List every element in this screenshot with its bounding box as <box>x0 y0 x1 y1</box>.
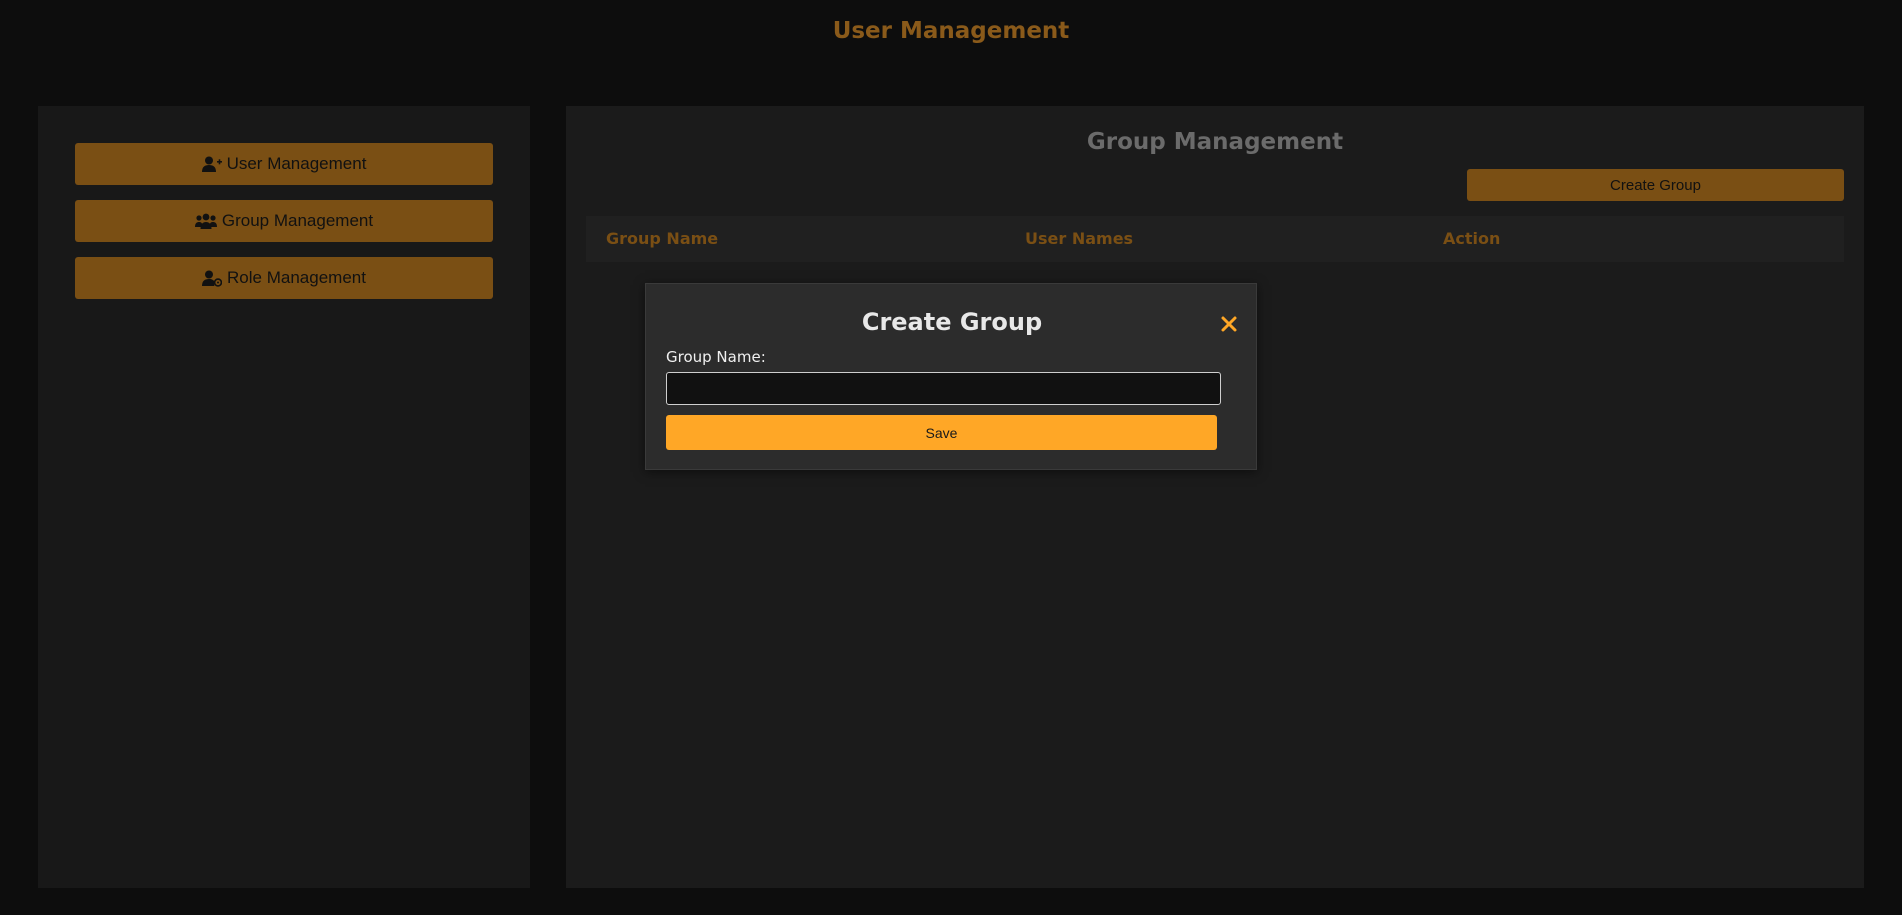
sidebar-item-role-management[interactable]: Role Management <box>75 257 493 299</box>
user-plus-icon <box>201 156 222 172</box>
group-name-input[interactable] <box>666 372 1221 405</box>
column-header-user-names: User Names <box>1025 229 1134 248</box>
section-title: Group Management <box>1086 129 1344 155</box>
page-title: User Management <box>832 18 1070 44</box>
user-gear-icon <box>202 270 223 287</box>
main-panel: Group Management Create Group Group Name… <box>566 106 1864 888</box>
create-group-modal: Create Group Group Name: Save <box>645 283 1257 470</box>
sidebar-item-label: Role Management <box>227 268 366 287</box>
users-icon <box>194 213 217 229</box>
save-button[interactable]: Save <box>666 415 1217 450</box>
column-header-action: Action <box>1443 229 1501 248</box>
modal-title: Create Group <box>861 308 1043 336</box>
table-header: Group Name User Names Action <box>586 216 1844 262</box>
sidebar-item-label: User Management <box>226 154 367 173</box>
create-group-button[interactable]: Create Group <box>1467 169 1844 201</box>
close-icon[interactable] <box>1219 314 1239 334</box>
sidebar-item-label: Group Management <box>221 211 374 230</box>
sidebar-item-group-management[interactable]: Group Management <box>75 200 493 242</box>
column-header-group-name: Group Name <box>606 229 719 248</box>
sidebar: User Management Group Management Role Ma… <box>38 106 530 888</box>
sidebar-item-user-management[interactable]: User Management <box>75 143 493 185</box>
group-name-label: Group Name: <box>666 348 766 366</box>
